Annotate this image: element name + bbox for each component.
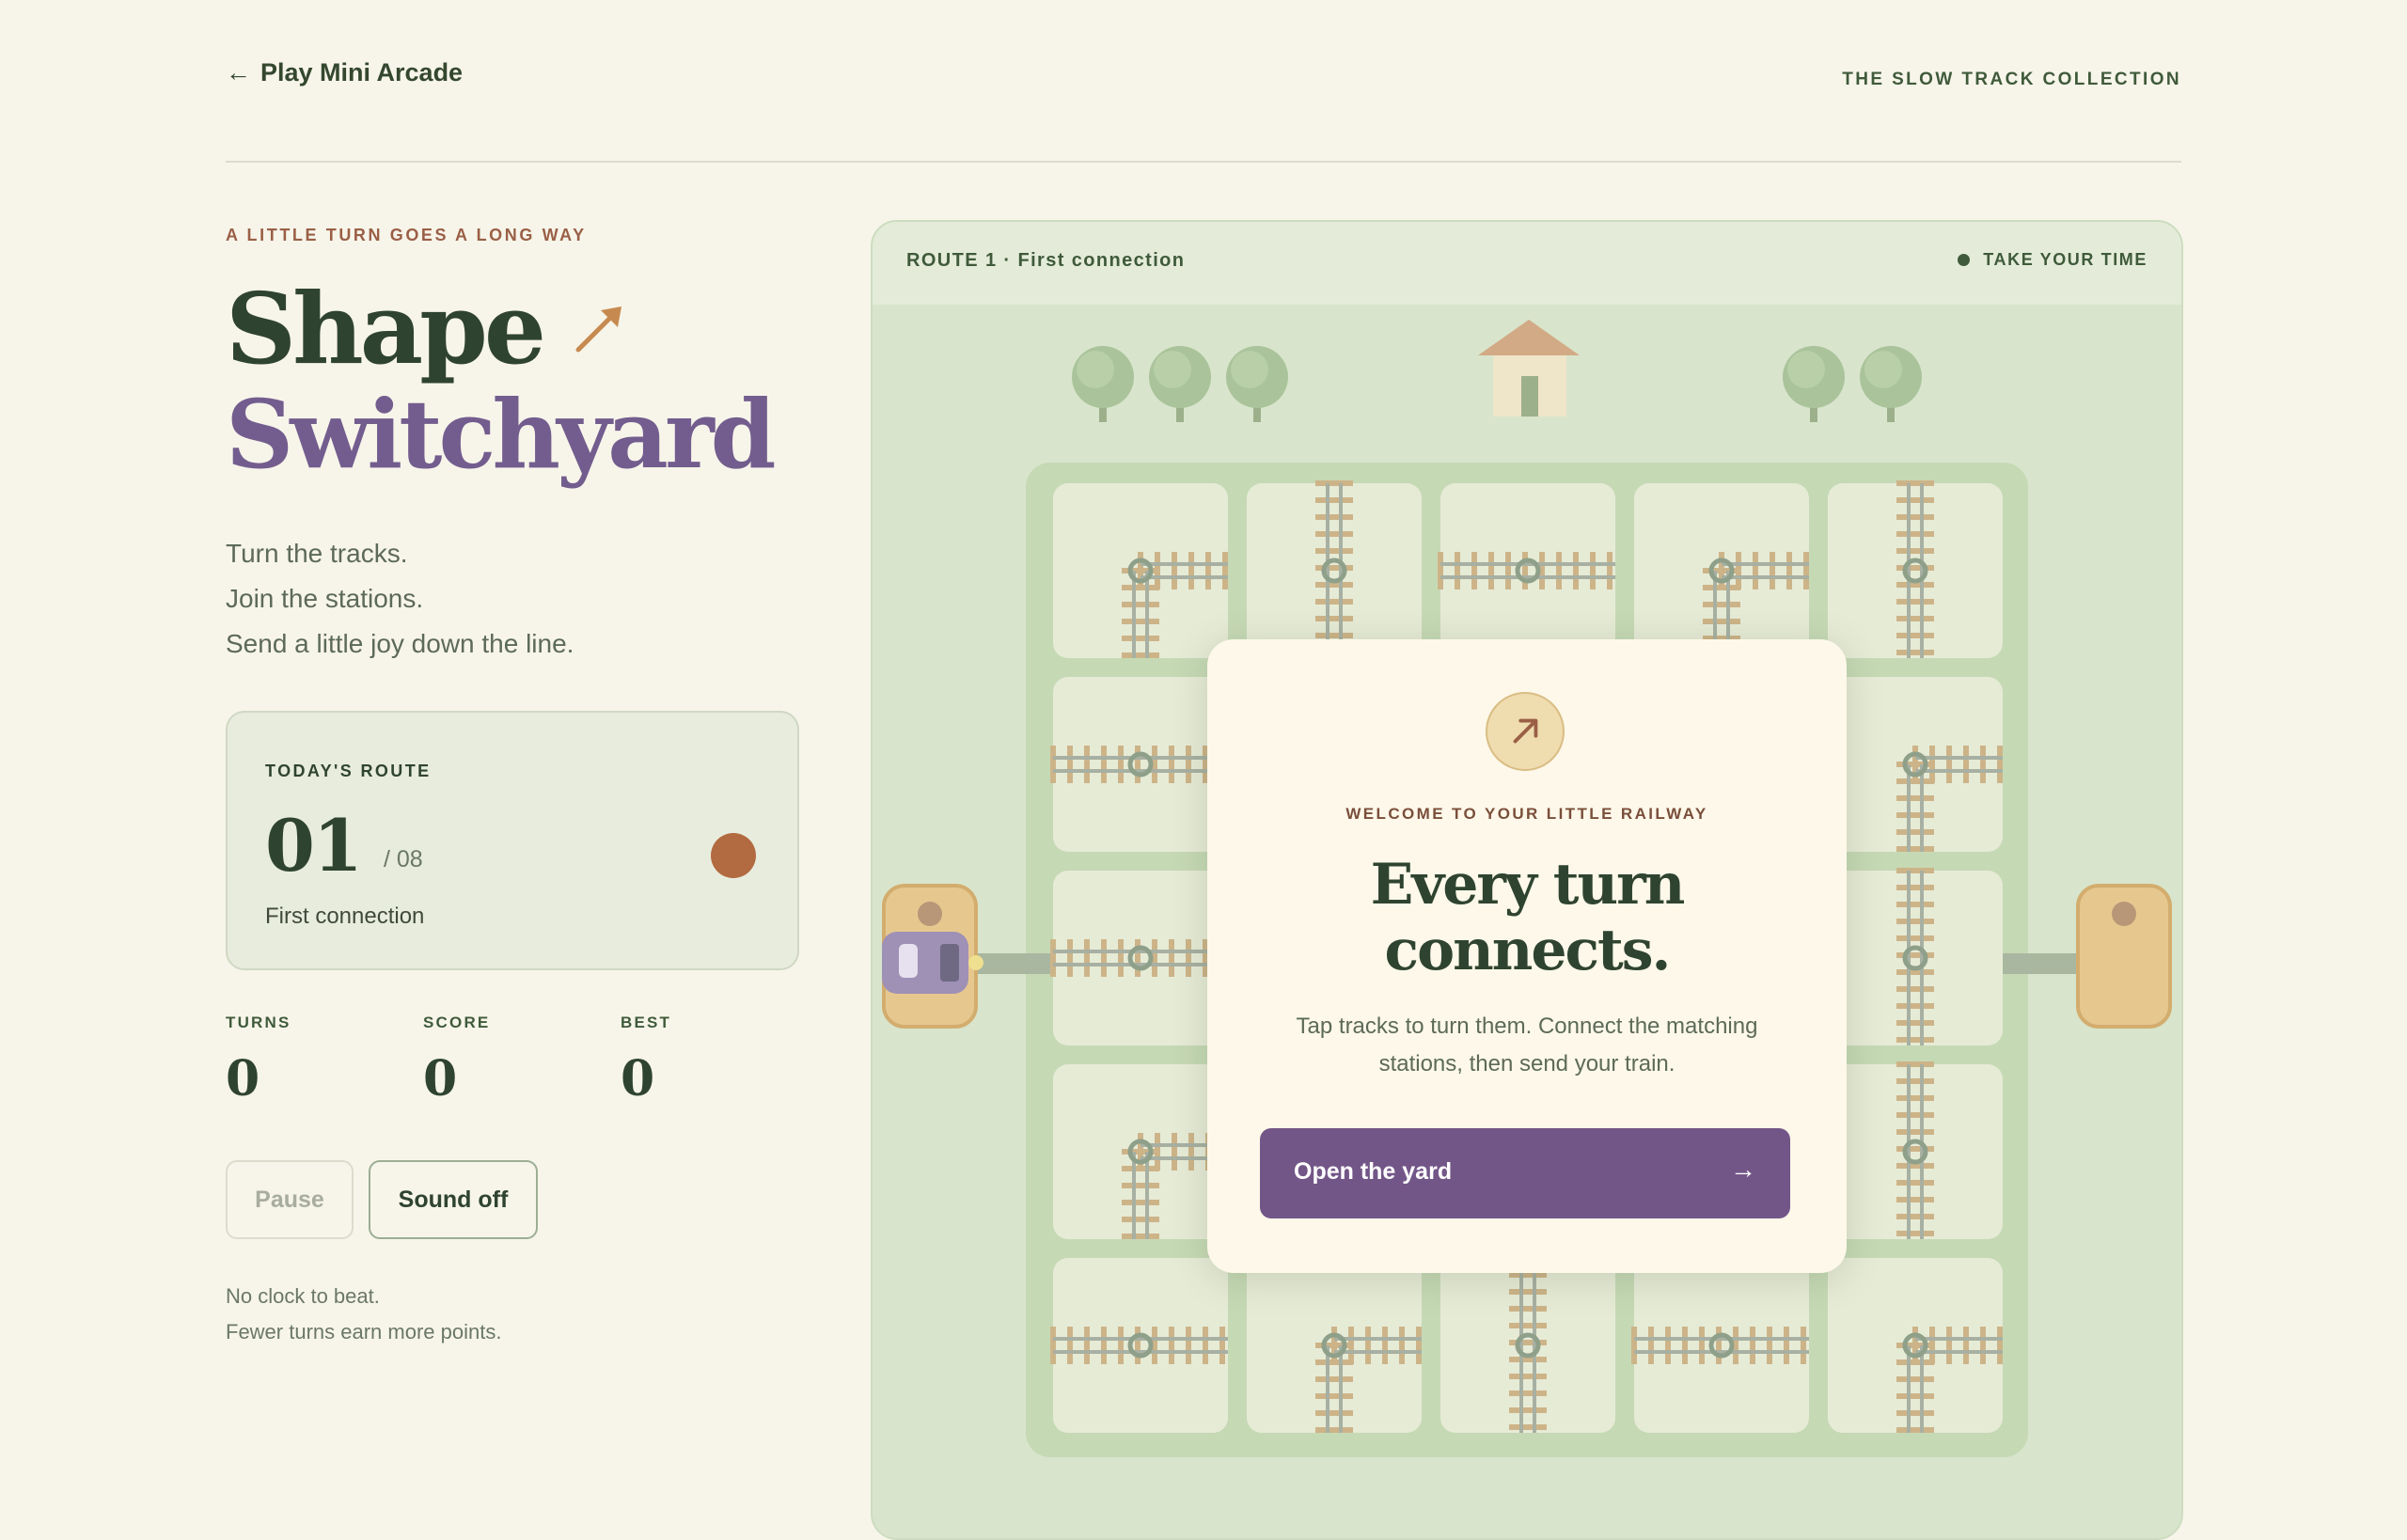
- track-tile-corner-right-down: [1053, 483, 1228, 658]
- route-card: TODAY'S ROUTE 01 / 08 First connection: [226, 711, 799, 970]
- track-tile-horizontal: [1050, 677, 1228, 852]
- hero-eyebrow: A LITTLE TURN GOES A LONG WAY: [226, 226, 587, 244]
- tagline-line: Send a little joy down the line.: [226, 629, 574, 658]
- track-tile-corner-right-down: [1053, 1064, 1228, 1239]
- track-tile-corner-right-down: [1247, 1258, 1422, 1433]
- board-status: TAKE YOUR TIME: [1958, 250, 2147, 270]
- tagline-line: Turn the tracks.: [226, 539, 408, 568]
- board-route-label: ROUTE 1 · First connection: [906, 250, 1186, 271]
- stat-best: BEST 0: [621, 1014, 671, 1104]
- title-line-2: Switchyard: [226, 379, 777, 490]
- stats-row: TURNS 0 SCORE 0 BEST 0: [226, 1014, 809, 1126]
- track-connector: [2001, 953, 2085, 974]
- tree-icon: [1783, 346, 1845, 422]
- welcome-modal: WELCOME TO YOUR LITTLE RAILWAY Every tur…: [1207, 639, 1847, 1273]
- title-line-1: Shape: [226, 271, 546, 386]
- pause-button[interactable]: Pause: [226, 1160, 354, 1239]
- status-dot-icon: [1958, 254, 1971, 266]
- arrow-right-icon: →: [1730, 1155, 1756, 1184]
- arrow-up-right-icon: [1486, 692, 1565, 771]
- modal-title-line: connects.: [1384, 918, 1672, 983]
- modal-body-line: stations, then send your train.: [1378, 1051, 1675, 1076]
- arrow-left-icon: ←: [226, 58, 251, 86]
- stat-value: 0: [423, 1050, 458, 1108]
- stat-label: TURNS: [226, 1014, 291, 1031]
- tree-icon: [1860, 346, 1922, 422]
- track-tile-corner-right-down: [1828, 677, 2003, 852]
- open-yard-label: Open the yard: [1294, 1158, 1453, 1185]
- tagline: Turn the tracks. Join the stations. Send…: [226, 531, 574, 667]
- track-tile-vertical: [1247, 480, 1422, 658]
- modal-eyebrow: WELCOME TO YOUR LITTLE RAILWAY: [1345, 805, 1708, 823]
- route-color-dot: [711, 833, 756, 878]
- scenery: [1072, 320, 1922, 422]
- stat-value: 0: [621, 1050, 655, 1108]
- stat-label: SCORE: [423, 1014, 491, 1031]
- route-card-label: TODAY'S ROUTE: [265, 762, 432, 780]
- open-yard-button[interactable]: Open the yard →: [1260, 1128, 1790, 1218]
- arrow-up-right-icon: [575, 306, 621, 353]
- board-status-label: TAKE YOUR TIME: [1983, 250, 2147, 269]
- track-tile-horizontal: [1438, 483, 1615, 658]
- stat-value: 0: [226, 1050, 260, 1108]
- tagline-line: Join the stations.: [226, 584, 424, 613]
- house-icon: [1478, 320, 1580, 416]
- route-total: / 08: [384, 846, 423, 872]
- stat-score: SCORE 0: [423, 1014, 490, 1104]
- board-header: ROUTE 1 · First connection TAKE YOUR TIM…: [873, 222, 2181, 305]
- collection-label: THE SLOW TRACK COLLECTION: [1842, 70, 2181, 89]
- track-tile-vertical: [1828, 1061, 2003, 1239]
- modal-body-line: Tap tracks to turn them. Connect the mat…: [1296, 1014, 1758, 1039]
- header-divider: [226, 161, 2181, 163]
- track-tile-horizontal: [1050, 871, 1228, 1045]
- stat-turns: TURNS 0: [226, 1014, 291, 1104]
- track-tile-horizontal: [1050, 1258, 1228, 1433]
- route-number: 01: [265, 804, 363, 888]
- modal-title-line: Every turn: [1370, 852, 1686, 918]
- track-tile-corner-right-down: [1828, 1258, 2003, 1433]
- track-tile-vertical: [1828, 868, 2003, 1045]
- track-tile-vertical: [1440, 1255, 1615, 1433]
- note-line: Fewer turns earn more points.: [226, 1320, 502, 1344]
- notes: No clock to beat. Fewer turns earn more …: [226, 1279, 501, 1350]
- track-tile-corner-right-down: [1634, 483, 1809, 658]
- modal-body: Tap tracks to turn them. Connect the mat…: [1264, 1008, 1790, 1083]
- route-name: First connection: [265, 904, 425, 929]
- sound-toggle-button[interactable]: Sound off: [369, 1160, 538, 1239]
- stat-label: BEST: [621, 1014, 672, 1031]
- top-bar: ← Play Mini Arcade THE SLOW TRACK COLLEC…: [226, 58, 2181, 103]
- tree-icon: [1149, 346, 1211, 422]
- back-link[interactable]: ← Play Mini Arcade: [226, 58, 463, 87]
- tree-icon: [1226, 346, 1288, 422]
- note-line: No clock to beat.: [226, 1284, 380, 1308]
- track-tile-horizontal: [1631, 1258, 1809, 1433]
- modal-title: Every turn connects.: [1207, 852, 1847, 983]
- end-station: [2076, 884, 2172, 1029]
- track-tile-vertical: [1828, 480, 2003, 658]
- back-link-label: Play Mini Arcade: [260, 58, 464, 86]
- tree-icon: [1072, 346, 1134, 422]
- left-panel: A LITTLE TURN GOES A LONG WAY Shape Swit…: [226, 226, 809, 1344]
